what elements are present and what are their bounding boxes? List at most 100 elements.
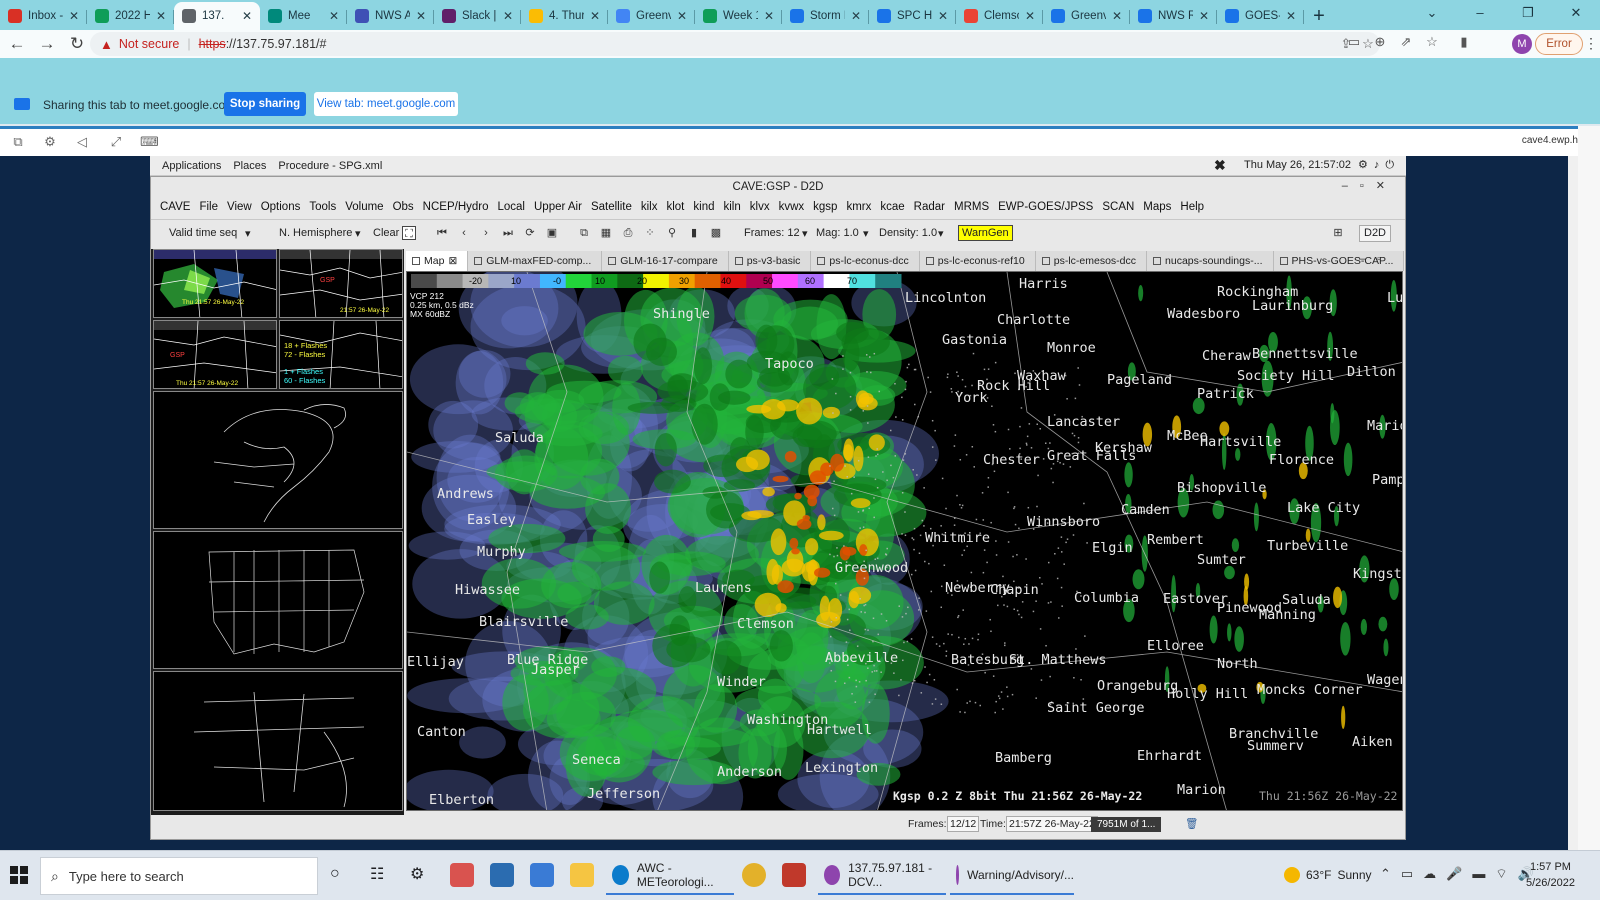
- radar-map-canvas[interactable]: -20 10 -0 10 20 30 40 50 60 70 VCP 2120.25 km, 0.…: [407, 272, 1403, 811]
- keyboard-icon[interactable]: ⌨: [140, 134, 159, 150]
- tab-close-icon[interactable]: ✕: [1199, 9, 1209, 23]
- d2d-perspective-button[interactable]: D2D: [1359, 225, 1392, 242]
- trash-icon[interactable]: 🗑: [1185, 817, 1198, 830]
- cave-menu-kind[interactable]: kind: [693, 201, 714, 213]
- thumb-pane-satellite[interactable]: GSP Thu 21:57 26-May-22: [153, 320, 277, 389]
- loop-icon[interactable]: ⟳: [523, 226, 537, 240]
- thumb-pane-radar[interactable]: Thu 21:57 26-May-22: [153, 249, 277, 318]
- address-bar[interactable]: ▲ Not secure | https://137.75.97.181/# ⇪…: [90, 32, 1380, 56]
- editor-tab[interactable]: nucaps-soundings-...: [1147, 251, 1274, 271]
- thumb-pane-conus[interactable]: [153, 531, 403, 669]
- chevron-down-icon[interactable]: ▾: [802, 227, 808, 240]
- panel-grid-icon[interactable]: ▩: [709, 226, 723, 240]
- thumb-pane-hemisphere[interactable]: [153, 391, 403, 529]
- browser-tab[interactable]: Clemson ✕: [956, 2, 1043, 30]
- system-tray-icons[interactable]: ⌃▭☁🎤▬⌔🔊: [1380, 866, 1544, 882]
- browser-tab[interactable]: Greenvill ✕: [608, 2, 695, 30]
- save-image-icon[interactable]: ▦: [599, 226, 613, 240]
- minimize-icon[interactable]: –: [1456, 0, 1504, 28]
- install-app-icon[interactable]: ▭: [1346, 34, 1362, 50]
- chevron-down-icon[interactable]: ▾: [938, 227, 944, 240]
- thumb-pane-regional[interactable]: [153, 671, 403, 811]
- forward-icon[interactable]: →: [34, 34, 60, 54]
- browser-tab[interactable]: Mee ✕: [260, 2, 347, 30]
- cave-menu-local[interactable]: Local: [498, 201, 526, 213]
- browser-tab[interactable]: 4. Thurs ✕: [521, 2, 608, 30]
- browser-tab[interactable]: GOES-E ✕: [1217, 2, 1304, 30]
- close-icon[interactable]: ✖: [1214, 157, 1226, 174]
- print-icon[interactable]: ⎙: [621, 226, 635, 240]
- browser-tab[interactable]: 2022 HV ✕: [87, 2, 174, 30]
- tab-close-icon[interactable]: ✕: [851, 9, 861, 23]
- fullscreen-icon[interactable]: ⤢: [108, 134, 124, 150]
- editor-tab[interactable]: GLM-maxFED-comp...: [468, 251, 603, 271]
- cave-menu-satellite[interactable]: Satellite: [591, 201, 632, 213]
- tab-close-icon[interactable]: ✕: [764, 9, 774, 23]
- chevron-down-icon[interactable]: ▾: [355, 227, 361, 240]
- tools-icon[interactable]: ⚲: [665, 226, 679, 240]
- more-menu-icon[interactable]: ⋮: [1584, 35, 1598, 52]
- browser-tab[interactable]: NWS AC ✕: [347, 2, 434, 30]
- store-icon[interactable]: [450, 863, 474, 887]
- browser-tab[interactable]: Greenvill ✕: [1043, 2, 1130, 30]
- cave-menu-ncep-hydro[interactable]: NCEP/Hydro: [423, 201, 489, 213]
- chrome-icon[interactable]: [742, 863, 766, 887]
- audio-icon[interactable]: ◁: [74, 134, 90, 150]
- thumb-pane-flashes[interactable]: 18 + Flashes 72 - Flashes 1 + Flashes 60…: [279, 320, 403, 389]
- taskbar-app-edge[interactable]: AWC - METeorologi...: [606, 857, 734, 895]
- cave-menu-kilx[interactable]: kilx: [641, 201, 658, 213]
- cave-menu-cave[interactable]: CAVE: [160, 201, 190, 213]
- thumb-pane-lightning[interactable]: GSP 21:57 26-May-22: [279, 249, 403, 318]
- tab-close-icon[interactable]: ✕: [938, 9, 948, 23]
- tab-close-icon[interactable]: ✕: [1112, 9, 1122, 23]
- full-extent-icon[interactable]: ⛶: [402, 226, 416, 240]
- tab-close-icon[interactable]: ✕: [69, 9, 79, 23]
- tab-close-icon[interactable]: ✕: [156, 9, 166, 23]
- clipboard-icon[interactable]: ⧉: [10, 134, 26, 150]
- stop-sharing-button[interactable]: Stop sharing: [224, 92, 306, 116]
- places-menu[interactable]: Places: [233, 160, 266, 172]
- tab-close-icon[interactable]: ✕: [1025, 9, 1035, 23]
- reload-icon[interactable]: ↻: [64, 34, 90, 54]
- density-select[interactable]: Density: 1.0: [879, 227, 937, 239]
- cave-menu-volume[interactable]: Volume: [345, 201, 383, 213]
- panel-single-icon[interactable]: ▮: [687, 226, 701, 240]
- editor-min-max-controls[interactable]: –▫: [1359, 253, 1393, 265]
- cave-menu-kvwx[interactable]: kvwx: [779, 201, 805, 213]
- star-icon[interactable]: ☆: [1424, 34, 1440, 50]
- system-tray-icons[interactable]: ⚙♪⏻: [1358, 158, 1400, 172]
- cave-menu-klot[interactable]: klot: [666, 201, 684, 213]
- settings-icon[interactable]: ⚙: [410, 864, 424, 884]
- browser-tab-active[interactable]: 137. ✕: [174, 2, 260, 30]
- editor-tab[interactable]: GLM-16-17-compare: [602, 251, 729, 271]
- browser-tab[interactable]: Storm P ✕: [782, 2, 869, 30]
- chevron-down-icon[interactable]: ▾: [863, 227, 869, 240]
- editor-tab-map[interactable]: Map ⊠: [406, 251, 469, 271]
- browser-tab[interactable]: Inbox - c ✕: [0, 2, 87, 30]
- browser-tab[interactable]: SPC HR ✕: [869, 2, 956, 30]
- sample-icon[interactable]: ⁘: [643, 226, 657, 240]
- cave-menu-file[interactable]: File: [199, 201, 218, 213]
- clear-button[interactable]: Clear: [373, 227, 399, 239]
- cave-menu-view[interactable]: View: [227, 201, 252, 213]
- taskbar-clock[interactable]: 1:57 PM 5/26/2022: [1526, 859, 1575, 891]
- tab-close-icon[interactable]: ✕: [503, 9, 513, 23]
- restore-icon[interactable]: ❐: [1504, 0, 1552, 28]
- applications-menu[interactable]: Applications: [162, 160, 221, 172]
- next-frame-icon[interactable]: ›: [479, 226, 493, 240]
- send-icon[interactable]: ⇗: [1398, 34, 1414, 50]
- task-view-icon[interactable]: ○: [330, 865, 340, 883]
- image-properties-icon[interactable]: ▣: [545, 226, 559, 240]
- error-button[interactable]: Error: [1535, 33, 1583, 55]
- tab-close-icon[interactable]: ✕: [677, 9, 687, 23]
- browser-tab[interactable]: Week 1 ✕: [695, 2, 782, 30]
- last-frame-icon[interactable]: ⏭: [501, 226, 515, 240]
- load-mode-icon[interactable]: ⧉: [577, 226, 591, 240]
- chevron-down-icon[interactable]: ⌄: [1408, 0, 1456, 28]
- settings-gear-icon[interactable]: ⚙: [42, 134, 58, 150]
- editor-tab[interactable]: ps-lc-emesos-dcc: [1036, 251, 1148, 271]
- perspective-icon[interactable]: ⊞: [1331, 226, 1345, 240]
- taskbar-app-warnings[interactable]: Warning/Advisory/...: [950, 857, 1074, 895]
- browser-tab[interactable]: Slack | * ✕: [434, 2, 521, 30]
- taskbar-app-remote[interactable]: 137.75.97.181 - DCV...: [818, 857, 946, 895]
